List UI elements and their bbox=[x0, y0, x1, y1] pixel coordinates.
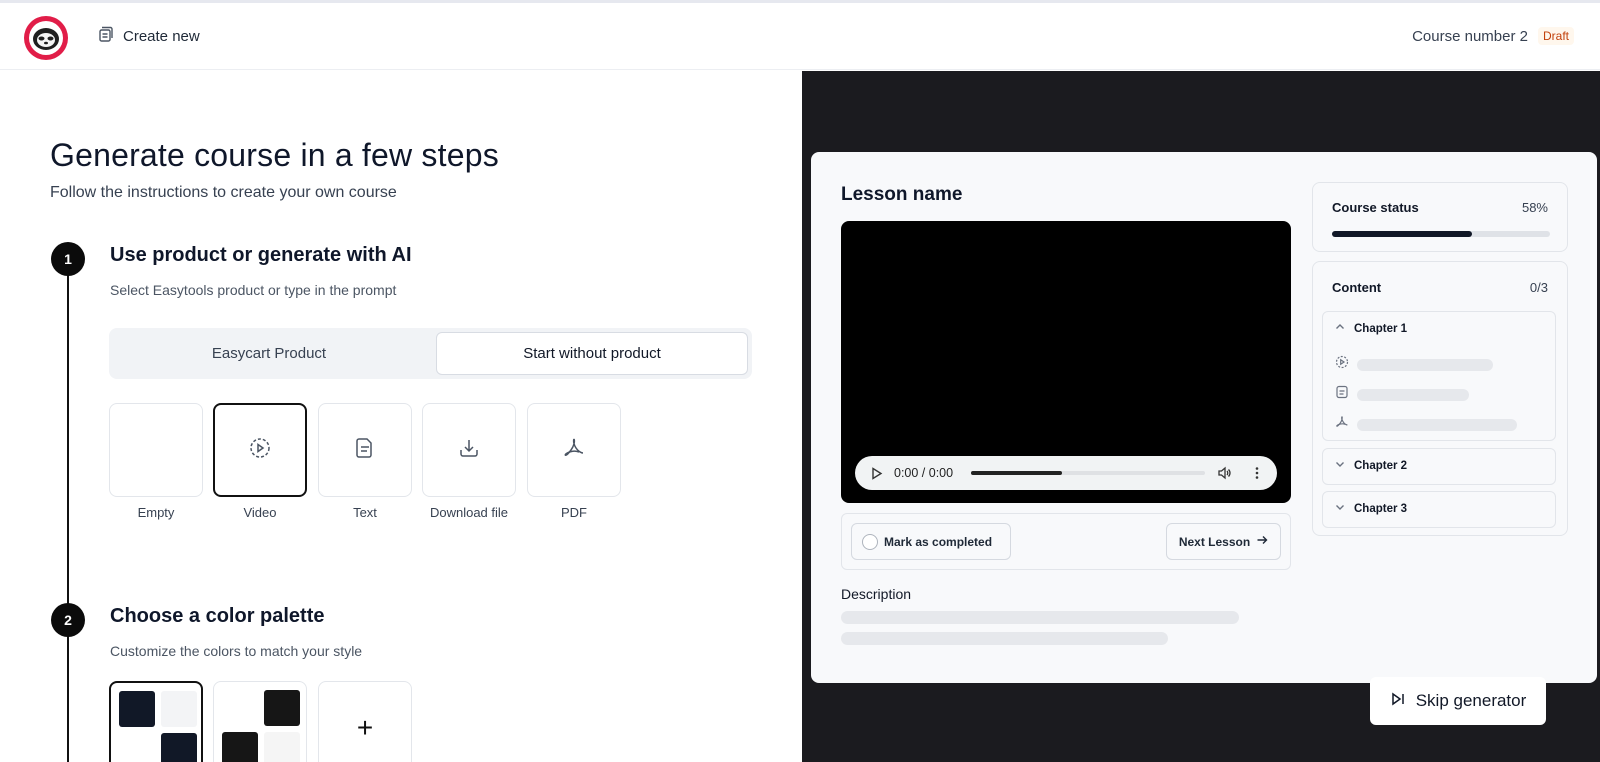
pdf-icon bbox=[1335, 415, 1349, 434]
chevron-down-icon bbox=[1335, 459, 1345, 472]
step-1-number: 1 bbox=[51, 242, 85, 276]
type-pdf-card[interactable] bbox=[527, 403, 621, 497]
lesson-actions: Mark as completed Next Lesson bbox=[841, 513, 1291, 570]
step-1-subtitle: Select Easytools product or type in the … bbox=[110, 282, 397, 298]
type-download-label: Download file bbox=[429, 505, 509, 520]
chapter-lesson-item[interactable] bbox=[1335, 415, 1517, 434]
chapter-lesson-item[interactable] bbox=[1335, 355, 1493, 374]
chapter-3-label: Chapter 3 bbox=[1354, 502, 1408, 515]
palette-swatch bbox=[119, 691, 155, 727]
chapter-1-label: Chapter 1 bbox=[1354, 322, 1408, 335]
chapter-header[interactable]: Chapter 3 bbox=[1335, 502, 1407, 515]
mark-completed-button[interactable]: Mark as completed bbox=[851, 523, 1011, 560]
chapter-header[interactable]: Chapter 2 bbox=[1335, 459, 1407, 472]
description-label: Description bbox=[841, 586, 912, 602]
tab-start-without-product[interactable]: Start without product bbox=[436, 332, 748, 375]
palette-swatch bbox=[161, 691, 197, 727]
type-video-label: Video bbox=[243, 505, 277, 520]
type-text-label: Text bbox=[353, 505, 377, 520]
more-options-icon[interactable] bbox=[1255, 466, 1259, 485]
type-video-card[interactable] bbox=[213, 403, 307, 497]
preview-panel: Lesson name 0:00 / 0:00 Mark as complete… bbox=[802, 71, 1600, 762]
course-title[interactable]: Course number 2 bbox=[1412, 28, 1528, 45]
content-card: Content 0/3 Chapter 1 Chapter 2 Chapter … bbox=[1312, 261, 1568, 536]
video-icon bbox=[1335, 355, 1349, 374]
course-status-value: 58% bbox=[1521, 200, 1548, 215]
create-new-label: Create new bbox=[123, 27, 200, 45]
content-count: 0/3 bbox=[1529, 280, 1548, 295]
step-1-title: Use product or generate with AI bbox=[110, 244, 412, 266]
mark-completed-label: Mark as completed bbox=[884, 534, 993, 549]
text-icon bbox=[1335, 385, 1349, 404]
checkbox-circle-icon bbox=[862, 533, 878, 550]
app-logo[interactable] bbox=[24, 16, 68, 60]
create-new-button[interactable]: Create new bbox=[96, 25, 200, 47]
chapter-2-label: Chapter 2 bbox=[1354, 459, 1408, 472]
chapter-2[interactable]: Chapter 2 bbox=[1322, 448, 1556, 485]
source-toggle: Easycart Product Start without product bbox=[109, 328, 752, 379]
document-icon bbox=[355, 437, 375, 464]
copy-icon bbox=[96, 25, 114, 47]
palette-swatch bbox=[222, 690, 258, 726]
type-empty-card[interactable] bbox=[109, 403, 203, 497]
step-2-subtitle: Customize the colors to match your style bbox=[110, 643, 363, 659]
play-icon[interactable] bbox=[871, 467, 883, 485]
top-header: Create new Course number 2 Draft bbox=[0, 3, 1600, 70]
lesson-preview: Lesson name 0:00 / 0:00 Mark as complete… bbox=[811, 152, 1597, 683]
chevron-up-icon bbox=[1335, 322, 1345, 335]
sloth-logo-icon bbox=[29, 21, 63, 55]
step-2-title: Choose a color palette bbox=[110, 605, 325, 627]
step-2-number: 2 bbox=[51, 603, 85, 637]
palette-swatch bbox=[222, 732, 258, 762]
type-text-card[interactable] bbox=[318, 403, 412, 497]
skip-generator-button[interactable]: Skip generator bbox=[1370, 677, 1546, 725]
description-placeholder bbox=[841, 632, 1168, 645]
player-time: 0:00 / 0:00 bbox=[894, 466, 954, 480]
pdf-icon bbox=[562, 436, 586, 465]
next-lesson-label: Next Lesson bbox=[1178, 534, 1251, 549]
lesson-name: Lesson name bbox=[841, 184, 963, 205]
course-progress-bar bbox=[1332, 231, 1550, 237]
page-title: Generate course in a few steps bbox=[50, 137, 499, 173]
palette-swatch bbox=[264, 732, 300, 762]
chapter-3[interactable]: Chapter 3 bbox=[1322, 491, 1556, 528]
lesson-title-placeholder bbox=[1357, 388, 1469, 401]
course-status-label: Course status bbox=[1332, 200, 1419, 215]
content-label: Content bbox=[1332, 280, 1382, 295]
add-palette-button[interactable]: + bbox=[318, 681, 412, 762]
course-status-card: Course status 58% bbox=[1312, 182, 1568, 252]
skip-generator-label: Skip generator bbox=[1415, 691, 1527, 710]
course-progress-fill bbox=[1332, 231, 1472, 237]
chapter-1[interactable]: Chapter 1 bbox=[1322, 311, 1556, 441]
palette-black-option[interactable] bbox=[213, 681, 307, 762]
video-player[interactable]: 0:00 / 0:00 bbox=[841, 221, 1291, 503]
type-download-card[interactable] bbox=[422, 403, 516, 497]
chapter-lesson-item[interactable] bbox=[1335, 385, 1469, 404]
player-progress-fill bbox=[971, 471, 1063, 475]
skip-icon bbox=[1390, 691, 1406, 712]
chapter-header[interactable]: Chapter 1 bbox=[1335, 322, 1407, 335]
next-lesson-button[interactable]: Next Lesson bbox=[1166, 523, 1281, 560]
type-empty-label: Empty bbox=[137, 505, 175, 520]
lesson-title-placeholder bbox=[1357, 418, 1517, 431]
status-badge: Draft bbox=[1537, 27, 1574, 45]
generator-panel: Generate course in a few steps Follow th… bbox=[0, 71, 802, 762]
palette-swatch bbox=[119, 733, 155, 762]
audio-controls: 0:00 / 0:00 bbox=[855, 456, 1277, 490]
page-subtitle: Follow the instructions to create your o… bbox=[50, 184, 397, 201]
player-progress-track[interactable] bbox=[971, 471, 1205, 475]
arrow-right-icon bbox=[1256, 534, 1268, 549]
palette-dark-option[interactable] bbox=[109, 681, 203, 762]
type-pdf-label: PDF bbox=[561, 505, 587, 520]
palette-swatch bbox=[161, 733, 197, 762]
volume-icon[interactable] bbox=[1217, 466, 1231, 485]
steps-timeline bbox=[67, 257, 69, 762]
play-circle-icon bbox=[249, 437, 271, 464]
chevron-down-icon bbox=[1335, 502, 1345, 515]
description-placeholder bbox=[841, 611, 1239, 624]
download-icon bbox=[458, 437, 480, 464]
lesson-title-placeholder bbox=[1357, 358, 1493, 371]
palette-swatch bbox=[264, 690, 300, 726]
tab-easycart-product[interactable]: Easycart Product bbox=[113, 332, 425, 375]
